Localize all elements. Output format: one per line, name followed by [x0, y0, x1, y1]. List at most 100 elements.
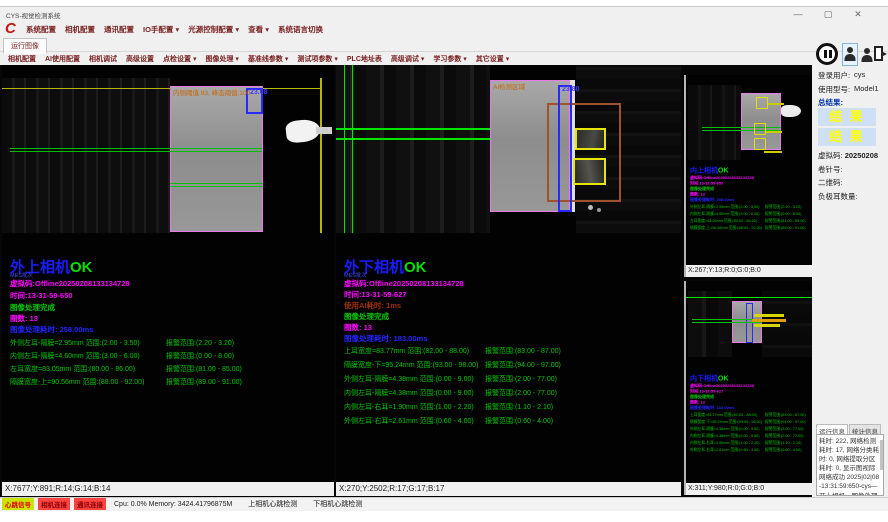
tool-other-settings[interactable]: 其它设置 ▾ — [476, 54, 509, 64]
log-scrollbar[interactable] — [880, 440, 883, 470]
annotation-text-mark — [766, 131, 782, 133]
time-line: 时间:13-31-59-627 — [344, 289, 407, 300]
upper-camera-heartbeat-check: 上相机心跳检测 — [248, 499, 297, 509]
total-result-label: 总结果: — [818, 97, 843, 108]
tool-plc-table[interactable]: PLC地址表 — [347, 54, 382, 64]
negative-tab-count-field: 负极耳数量: — [818, 191, 858, 202]
camera-title: 内上相机OK — [690, 165, 816, 175]
pause-button[interactable] — [816, 43, 838, 65]
close-button[interactable]: ✕ — [846, 8, 870, 21]
tool-test-params[interactable]: 测试项参数 ▾ — [297, 54, 337, 64]
maximize-button[interactable]: ▢ — [816, 8, 840, 21]
field-label: 虚拟码: — [818, 151, 843, 160]
exit-icon[interactable] — [874, 46, 888, 64]
thumbnail-camera-inner-lower[interactable]: 内下相机OK 虚拟码:Offline20250208133134728 时间:1… — [684, 281, 812, 495]
turns-line: 圈数: 13 — [344, 322, 372, 333]
measurement-text: 隔膜宽度-上=90.56mm 范围:(88.00 - 92.00) — [690, 225, 765, 231]
camera-name: 内上相机 — [690, 166, 718, 174]
menu-system-config[interactable]: 系统配置 — [26, 24, 56, 35]
measurement-alarm: 报警范围:(2.00 - 77.00) — [765, 433, 804, 439]
virtual-code-field: 虚拟码: 20250208 — [818, 150, 878, 161]
toolbar: 相机配置 AI使用配置 相机调试 高级设置 点检设置 ▾ 图像处理 ▾ 基准线参… — [0, 52, 810, 65]
menu-light-config[interactable]: 光源控制配置 ▾ — [188, 24, 239, 35]
tool-baseline-params[interactable]: 基准线参数 ▾ — [248, 54, 288, 64]
tool-advanced-debug[interactable]: 高级调试 ▾ — [391, 54, 424, 64]
measurement-alarm: 报警范围:(89.00 - 91.00) — [765, 225, 806, 231]
tool-spot-check[interactable]: 点检设置 ▾ — [163, 54, 196, 64]
camera-image-lower[interactable]: AI检测区域 23.80 — [336, 65, 681, 233]
detection-box-yellow — [756, 97, 768, 109]
elapsed-line: 图像处理耗时: 258.00ms — [10, 324, 93, 335]
main-view: 23.08 内侧阈值:93, 峰态阈值:100 外上相机OK MES批次 虚拟码… — [0, 65, 812, 497]
run-log-textarea[interactable]: 耗时: 222, 网络检测耗时: 17, 网络分类耗时: 0, 网络提取分区耗时… — [816, 434, 884, 496]
process-done-line: 图像处理完成 — [10, 302, 55, 313]
edge-line — [170, 186, 263, 187]
measurement-text: 外侧左耳-右耳=2.61mm 范围:(0.60 - 4.00) — [344, 416, 485, 426]
pause-bar — [829, 50, 832, 58]
measurement-text: 外侧左耳-隔膜=4.38mm 范围:(0.00 - 9.00) — [690, 426, 765, 432]
measurement-alarm: 报警范围:(2.20 - 3.20) — [166, 338, 234, 348]
menu-bar: C 系统配置 相机配置 通讯配置 IO手配置 ▾ 光源控制配置 ▾ 查看 ▾ 系… — [0, 22, 812, 37]
measurement-alarm: 报警范围:(0.00 - 8.00) — [765, 211, 801, 217]
measure-box-blue — [558, 85, 572, 212]
measurement-text: 隔膜宽度-下=95.24mm 范围:(93.00 - 98.00) — [690, 419, 765, 425]
measurement-text: 上耳宽度=83.77mm 范围:(82.00 - 88.00) — [690, 412, 765, 418]
camera-title: 内下相机OK — [690, 373, 816, 383]
ai-time-line: 使用AI耗时: 1ms — [344, 300, 401, 311]
menu-language-switch[interactable]: 系统语言切换 — [278, 24, 323, 35]
camera-ok-status: OK — [404, 259, 427, 276]
cpu-memory-readout: Cpu: 0.0% Memory: 3424.41796875M — [114, 501, 232, 508]
tool-learning-params[interactable]: 学习参数 ▾ — [433, 54, 466, 64]
thumbnail-info-text: 内上相机OK 虚拟码:Offline20250208133134728 时间:1… — [690, 165, 816, 231]
machine-dot — [597, 208, 601, 212]
measurement-text: 内侧左耳-隔膜=4.38mm 范围:(0.00 - 9.00) — [690, 433, 765, 439]
measurement-alarm: 报警范围:(81.00 - 85.00) — [765, 218, 806, 224]
tool-camera-debug[interactable]: 相机调试 — [89, 54, 117, 64]
person-head — [864, 48, 870, 54]
status-bar: 心跳信号 相机连接 通讯连接 Cpu: 0.0% Memory: 3424.41… — [0, 497, 888, 510]
field-value: 20250208 — [845, 151, 878, 160]
guide-line-yellow-vertical — [320, 78, 322, 233]
qr-code-field: 二维码: — [818, 177, 843, 188]
minimize-button[interactable]: — — [786, 8, 810, 21]
user-switch-icon[interactable] — [860, 45, 874, 65]
measurement-alarm: 报警范围:(81.00 - 85.00) — [166, 364, 242, 374]
camera-image-upper[interactable]: 23.08 内侧阈值:93, 峰态阈值:100 — [2, 65, 334, 233]
measure-value-label: 23.08 — [250, 89, 268, 96]
menu-camera-config[interactable]: 相机配置 — [65, 24, 95, 35]
measurement-text: 隔膜宽度-下=95.24mm 范围:(93.00 - 98.00) — [344, 360, 485, 370]
measurement-alarm: 报警范围:(2.20 - 3.20) — [765, 204, 801, 210]
measurement-text: 外侧左耳-隔膜=4.38mm 范围:(0.00 - 9.00) — [344, 374, 485, 384]
model-value: Model1 — [854, 84, 879, 93]
annotation-text-mark — [768, 103, 784, 105]
machinery-texture — [2, 78, 170, 233]
menu-io-config[interactable]: IO手配置 ▾ — [143, 24, 179, 35]
menu-comm-config[interactable]: 通讯配置 — [104, 24, 134, 35]
user-login-icon[interactable] — [842, 43, 858, 66]
edge-line — [702, 127, 781, 128]
thumbnail-camera-inner-upper[interactable]: 内上相机OK 虚拟码:Offline20250208133134728 时间:1… — [684, 75, 812, 277]
measurement-alarm: 报警范围:(94.00 - 97.00) — [485, 360, 561, 370]
elapsed-line: 图像处理耗时: 183.00ms — [344, 333, 427, 344]
menu-view[interactable]: 查看 ▾ — [248, 24, 269, 35]
annotation-text-mark — [754, 324, 780, 327]
login-user-value: cys — [854, 70, 865, 79]
measurement-text: 内侧左耳-右耳=1.90mm 范围:(1.00 - 2.20) — [690, 440, 765, 446]
measurement-text: 上耳宽度=83.77mm 范围:(82.00 - 88.00) — [344, 346, 485, 356]
elapsed-line: 图像处理耗时: 258.00ms — [690, 197, 816, 203]
measurement-alarm: 报警范围:(0.00 - 8.00) — [166, 351, 234, 361]
tool-ai-config[interactable]: AI使用配置 — [45, 54, 80, 64]
machinery-texture — [688, 85, 741, 160]
title-bar: CYS-视觉检测系统 — ▢ ✕ — [0, 7, 888, 22]
guide-line-vertical — [352, 65, 353, 233]
tool-image-processing[interactable]: 图像处理 ▾ — [205, 54, 238, 64]
measurement-text: 外侧左耳-右耳=2.61mm 范围:(0.60 - 4.00) — [690, 447, 765, 453]
turns-line: 圈数: 13 — [10, 313, 38, 324]
camera-ok-status: OK — [718, 166, 729, 174]
ai-area-label: AI检测区域 — [493, 81, 525, 91]
threshold-overlay-label: 内侧阈值:93, 峰态阈值:100 — [173, 87, 250, 97]
needle-number-field: 卷针号: — [818, 164, 843, 175]
tab-detection-box-yellow — [573, 158, 606, 185]
tool-camera-config[interactable]: 相机配置 — [8, 54, 36, 64]
tool-advanced-settings[interactable]: 高级设置 — [126, 54, 154, 64]
